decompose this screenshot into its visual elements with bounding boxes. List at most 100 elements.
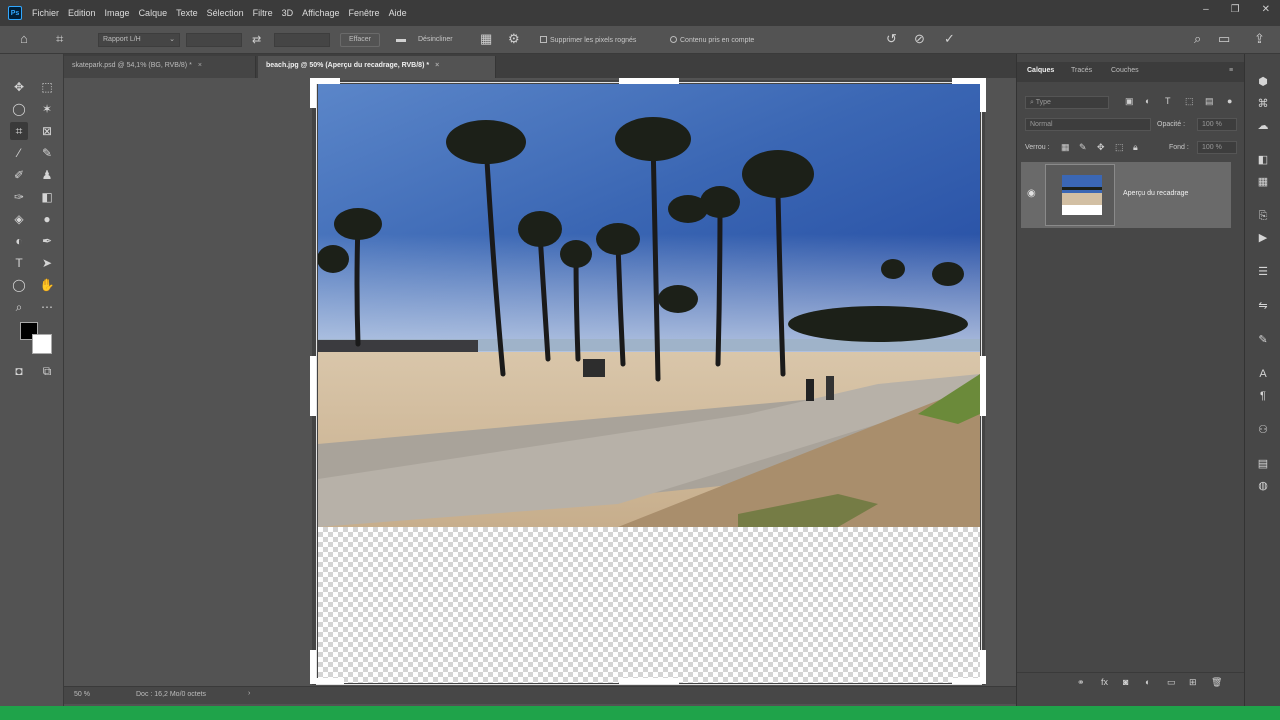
lock-image-icon[interactable]: ✎ xyxy=(1079,142,1087,153)
crop-handle-right[interactable] xyxy=(980,356,986,416)
menu-fichier[interactable]: Fichier xyxy=(32,8,59,18)
chevron-right-icon[interactable]: › xyxy=(248,690,250,697)
blend-mode-select[interactable]: Normal xyxy=(1025,118,1151,131)
eyedropper-icon[interactable]: ⁄ xyxy=(10,144,28,162)
healing-brush-icon[interactable]: ✎ xyxy=(38,144,56,162)
channels-icon[interactable]: ◍ xyxy=(1255,478,1271,494)
crop-handle-top[interactable] xyxy=(619,78,679,84)
lasso-tool-icon[interactable]: ◯ xyxy=(10,100,28,118)
cancel-icon[interactable]: ⊘ xyxy=(914,31,925,47)
close-tab-icon[interactable]: × xyxy=(198,62,202,69)
properties-icon[interactable]: ☰ xyxy=(1255,264,1271,280)
home-icon[interactable]: ⌂ xyxy=(20,31,28,46)
menu-3d[interactable]: 3D xyxy=(282,8,294,18)
crop-handle-left[interactable] xyxy=(310,356,316,416)
filter-smart-object-icon[interactable]: ▤ xyxy=(1205,96,1214,107)
history-icon[interactable]: ⎘ xyxy=(1255,208,1271,224)
new-group-icon[interactable]: ▭ xyxy=(1167,677,1176,688)
libraries-icon[interactable]: ☁ xyxy=(1255,118,1271,134)
filter-toggle-icon[interactable]: ● xyxy=(1227,96,1232,106)
lock-transparent-icon[interactable]: ▦ xyxy=(1061,142,1070,153)
crop-handle-bottom-left-v[interactable] xyxy=(310,650,316,684)
crop-handle-top-right-v[interactable] xyxy=(980,78,986,112)
eraser-icon[interactable]: ◧ xyxy=(38,188,56,206)
menu-texte[interactable]: Texte xyxy=(176,8,198,18)
paths-icon[interactable]: ⌘ xyxy=(1255,96,1271,112)
trash-icon[interactable]: 🗑︎ xyxy=(1211,677,1222,688)
crop-tool-icon[interactable]: ⌗ xyxy=(10,122,28,140)
menu-affichage[interactable]: Affichage xyxy=(302,8,339,18)
fx-icon[interactable]: fx xyxy=(1101,677,1108,687)
panel-menu-icon[interactable]: ≡ xyxy=(1229,67,1233,74)
width-input[interactable] xyxy=(186,33,242,47)
canvas-area[interactable] xyxy=(64,78,1016,686)
menu-calque[interactable]: Calque xyxy=(139,8,168,18)
crop-tool-icon[interactable]: ⌗ xyxy=(56,31,63,47)
paint-bucket-icon[interactable]: ◈ xyxy=(10,210,28,228)
path-selection-icon[interactable]: ➤ xyxy=(38,254,56,272)
type-tool-icon[interactable]: T xyxy=(10,254,28,272)
close-icon[interactable]: ✕ xyxy=(1262,4,1270,15)
dodge-tool-icon[interactable]: ◐ xyxy=(10,232,28,250)
pen-tool-icon[interactable]: ✒ xyxy=(38,232,56,250)
menu-edition[interactable]: Edition xyxy=(68,8,96,18)
adjustments-icon[interactable]: ⇋ xyxy=(1255,298,1271,314)
filter-type-icon[interactable]: T xyxy=(1165,96,1171,106)
straighten-button[interactable]: Désincliner xyxy=(418,36,453,43)
layer-kind-filter[interactable]: ⌕ Type xyxy=(1025,96,1109,109)
swap-icon[interactable]: ⇄ xyxy=(252,33,261,46)
add-mask-icon[interactable]: ◙ xyxy=(1123,677,1128,687)
reset-icon[interactable]: ↺ xyxy=(886,31,897,47)
filter-adjustment-icon[interactable]: ◐ xyxy=(1145,96,1150,106)
close-tab-icon[interactable]: × xyxy=(435,62,439,69)
straighten-icon[interactable]: ▬ xyxy=(396,34,406,45)
height-input[interactable] xyxy=(274,33,330,47)
character-icon[interactable]: A xyxy=(1255,366,1271,382)
navigator-icon[interactable]: ▤ xyxy=(1255,456,1271,472)
brush-tool-icon[interactable]: ✐ xyxy=(10,166,28,184)
tab-skatepark[interactable]: skatepark.psd @ 54,1% (BG, RVB/8) * × xyxy=(64,56,256,78)
eye-visibility-icon[interactable]: ◉ xyxy=(1027,188,1036,199)
brush-settings-icon[interactable]: ✎ xyxy=(1255,332,1271,348)
clear-button[interactable]: Effacer xyxy=(340,33,380,47)
color-icon[interactable]: ◧ xyxy=(1255,152,1271,168)
search-icon[interactable]: ⌕ xyxy=(1194,31,1201,47)
adjustment-layer-icon[interactable]: ◐ xyxy=(1145,677,1150,687)
settings-gear-icon[interactable]: ⚙ xyxy=(508,31,520,47)
filter-shape-icon[interactable]: ⬚ xyxy=(1185,96,1194,107)
zoom-tool-icon[interactable]: ⌕ xyxy=(10,298,28,316)
cube-3d-icon[interactable]: ⬢ xyxy=(1255,74,1271,90)
grid-overlay-icon[interactable]: ▦ xyxy=(480,31,492,47)
blur-tool-icon[interactable]: ● xyxy=(38,210,56,228)
crop-handle-top-left-v[interactable] xyxy=(310,78,316,108)
menu-filtre[interactable]: Filtre xyxy=(253,8,273,18)
link-layers-icon[interactable]: ⚭ xyxy=(1077,677,1085,688)
tab-couches[interactable]: Couches xyxy=(1111,67,1139,74)
quick-mask-icon[interactable]: ◘ xyxy=(10,362,28,380)
menu-aide[interactable]: Aide xyxy=(389,8,407,18)
crop-handle-bottom[interactable] xyxy=(619,678,679,684)
zoom-level[interactable]: 50 % xyxy=(74,691,90,698)
fill-input[interactable]: 100 % xyxy=(1197,141,1237,154)
tab-beach[interactable]: beach.jpg @ 50% (Aperçu du recadrage, RV… xyxy=(258,56,496,78)
delete-cropped-pixels-checkbox[interactable]: Supprimer les pixels rognés xyxy=(540,36,636,44)
menu-fenetre[interactable]: Fenêtre xyxy=(349,8,380,18)
ratio-select[interactable]: Rapport L/H ⌄ xyxy=(98,33,180,47)
layer-row[interactable]: ◉ Aperçu du recadrage xyxy=(1021,162,1231,228)
marquee-tool-icon[interactable]: ⬚ xyxy=(38,78,56,96)
clone-stamp-icon[interactable]: ♟ xyxy=(38,166,56,184)
layer-name[interactable]: Aperçu du recadrage xyxy=(1123,190,1188,197)
tab-traces[interactable]: Tracés xyxy=(1071,67,1092,74)
history-brush-icon[interactable]: ✑ xyxy=(10,188,28,206)
workspace-icon[interactable]: ▭ xyxy=(1218,31,1230,47)
actions-play-icon[interactable]: ▶ xyxy=(1255,230,1271,246)
lock-all-icon[interactable]: 🔒︎ xyxy=(1133,142,1138,153)
commit-check-icon[interactable]: ✓ xyxy=(944,31,955,47)
lock-position-icon[interactable]: ✥ xyxy=(1097,142,1105,153)
frame-tool-icon[interactable]: ⊠ xyxy=(38,122,56,140)
opacity-input[interactable]: 100 % xyxy=(1197,118,1237,131)
more-tools-icon[interactable]: ⋯ xyxy=(38,298,56,316)
share-icon[interactable]: ⇪ xyxy=(1254,31,1265,47)
hand-tool-icon[interactable]: ✋ xyxy=(38,276,56,294)
menu-image[interactable]: Image xyxy=(105,8,130,18)
